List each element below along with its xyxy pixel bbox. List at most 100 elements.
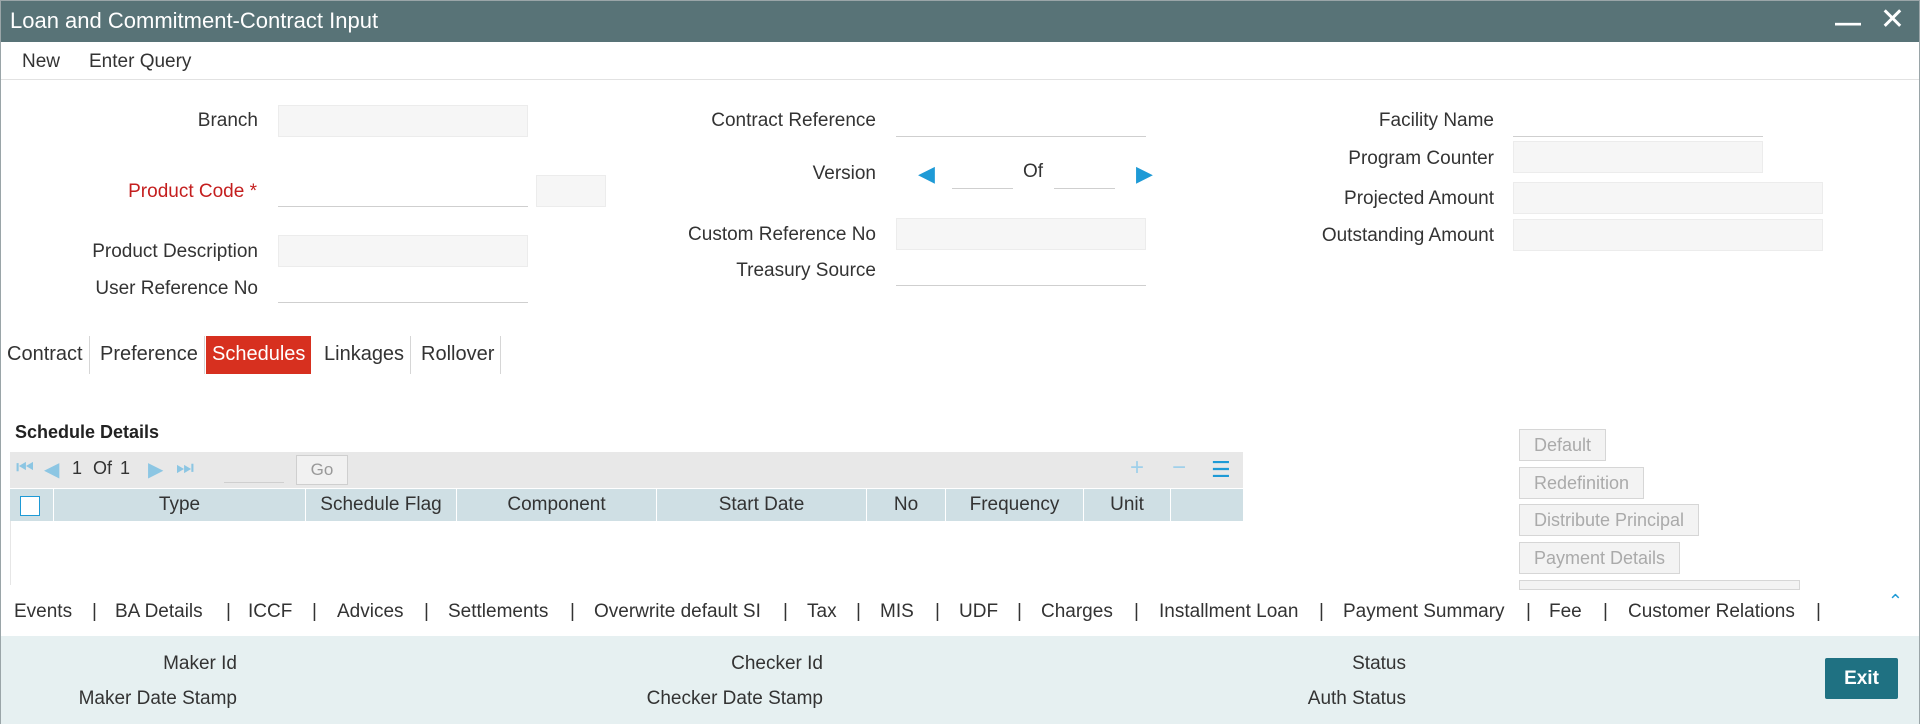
tab-schedules[interactable]: Schedules — [206, 336, 312, 374]
outstanding-amount-field[interactable] — [1513, 219, 1823, 251]
treasury-source-field[interactable] — [896, 254, 1146, 286]
contract-reference-field[interactable] — [896, 105, 1146, 137]
contract-reference-label: Contract Reference — [711, 110, 876, 131]
link-settlements[interactable]: Settlements — [448, 601, 548, 623]
separator: | — [1319, 601, 1324, 622]
link-overwrite-default-si[interactable]: Overwrite default SI — [594, 601, 761, 623]
column-unit[interactable]: Unit — [1084, 489, 1171, 521]
separator: | — [424, 601, 429, 622]
window-title: Loan and Commitment-Contract Input — [10, 8, 379, 33]
default-button[interactable]: Default — [1519, 429, 1607, 461]
schedule-grid-body — [10, 521, 1243, 585]
close-icon[interactable]: ✕ — [1880, 5, 1905, 35]
enter-query-menu-item[interactable]: Enter Query — [89, 51, 191, 73]
partially-hidden-button[interactable] — [1519, 580, 1800, 590]
separator: | — [1134, 601, 1139, 622]
link-fee[interactable]: Fee — [1549, 601, 1582, 623]
link-iccf[interactable]: ICCF — [248, 601, 292, 623]
separator: | — [1017, 601, 1022, 622]
last-page-icon[interactable]: ⏭ — [176, 457, 194, 480]
checker-id-label: Checker Id — [731, 653, 823, 674]
program-counter-field[interactable] — [1513, 141, 1763, 173]
maker-id-label: Maker Id — [163, 653, 237, 674]
go-button[interactable]: Go — [296, 455, 348, 485]
tab-preference[interactable]: Preference — [94, 336, 205, 374]
separator: | — [226, 601, 231, 622]
first-page-icon[interactable]: ⏮ — [16, 457, 34, 480]
custom-reference-label: Custom Reference No — [688, 224, 876, 245]
outstanding-amount-label: Outstanding Amount — [1321, 225, 1494, 246]
column-no[interactable]: No — [867, 489, 946, 521]
version-total-field[interactable] — [1054, 157, 1115, 189]
schedule-grid-header: Type Schedule Flag Component Start Date … — [10, 489, 1243, 521]
link-ba-details[interactable]: BA Details — [115, 601, 203, 623]
tab-linkages[interactable]: Linkages — [318, 336, 412, 374]
distribute-principal-button[interactable]: Distribute Principal — [1519, 504, 1700, 536]
exit-button[interactable]: Exit — [1825, 658, 1898, 699]
separator: | — [1816, 601, 1821, 622]
program-counter-label: Program Counter — [1348, 148, 1494, 169]
link-advices[interactable]: Advices — [337, 601, 404, 623]
facility-name-label: Facility Name — [1378, 110, 1494, 131]
projected-amount-field[interactable] — [1513, 182, 1823, 214]
total-pages: 1 — [120, 458, 131, 478]
separator: | — [856, 601, 861, 622]
next-page-icon[interactable]: ▶ — [148, 457, 163, 482]
separator: | — [570, 601, 575, 622]
auth-status-label: Auth Status — [1307, 688, 1406, 709]
column-schedule-flag[interactable]: Schedule Flag — [306, 489, 457, 521]
column-start-date[interactable]: Start Date — [657, 489, 867, 521]
new-menu-item[interactable]: New — [22, 51, 60, 73]
next-version-icon[interactable]: ▶ — [1136, 161, 1153, 187]
page-of: Of — [93, 458, 113, 478]
link-tax[interactable]: Tax — [807, 601, 837, 623]
user-reference-field[interactable] — [278, 271, 528, 303]
separator: | — [312, 601, 317, 622]
user-reference-label: User Reference No — [95, 278, 258, 299]
scroll-up-icon[interactable]: ⌃ — [1888, 591, 1903, 612]
column-type[interactable]: Type — [54, 489, 306, 521]
payment-details-button[interactable]: Payment Details — [1519, 542, 1681, 574]
maker-date-stamp-label: Maker Date Stamp — [78, 688, 237, 709]
window: Loan and Commitment-Contract Input — ✕ N… — [0, 0, 1920, 724]
product-code-field[interactable] — [278, 175, 528, 207]
menu-bar: New Enter Query — [1, 42, 1919, 80]
branch-field[interactable] — [278, 105, 528, 137]
delete-row-icon[interactable]: − — [1172, 454, 1186, 482]
link-mis[interactable]: MIS — [880, 601, 914, 623]
previous-page-icon[interactable]: ◀ — [44, 457, 59, 482]
current-page: 1 — [72, 458, 83, 478]
facility-name-field[interactable] — [1513, 105, 1763, 137]
tab-rollover[interactable]: Rollover — [415, 336, 502, 374]
redefinition-button[interactable]: Redefinition — [1519, 467, 1645, 499]
custom-reference-field[interactable] — [896, 218, 1146, 250]
minimize-icon[interactable]: — — [1835, 7, 1861, 38]
previous-version-icon[interactable]: ◀ — [918, 161, 935, 187]
projected-amount-label: Projected Amount — [1344, 188, 1494, 209]
tab-contract[interactable]: Contract — [1, 336, 90, 374]
link-payment-summary[interactable]: Payment Summary — [1343, 601, 1505, 623]
separator: | — [92, 601, 97, 622]
list-view-icon[interactable]: ☰ — [1211, 457, 1231, 483]
product-description-field[interactable] — [278, 235, 528, 267]
link-charges[interactable]: Charges — [1041, 601, 1113, 623]
version-of-label: Of — [1023, 161, 1044, 182]
link-installment-loan[interactable]: Installment Loan — [1159, 601, 1298, 623]
add-row-icon[interactable]: + — [1130, 454, 1144, 482]
column-frequency[interactable]: Frequency — [946, 489, 1084, 521]
column-component[interactable]: Component — [457, 489, 657, 521]
link-customer-relations[interactable]: Customer Relations — [1628, 601, 1795, 623]
checkbox-column — [10, 489, 54, 521]
separator: | — [783, 601, 788, 622]
product-code-lookup[interactable] — [536, 175, 606, 207]
link-udf[interactable]: UDF — [959, 601, 998, 623]
version-current-field[interactable] — [952, 157, 1013, 189]
bottom-links-bar: Events | BA Details | ICCF | Advices | S… — [1, 590, 1919, 636]
title-bar: Loan and Commitment-Contract Input — ✕ — [1, 1, 1919, 42]
status-label: Status — [1352, 653, 1406, 674]
checker-date-stamp-label: Checker Date Stamp — [646, 688, 823, 709]
page-number-input[interactable] — [224, 455, 284, 483]
schedule-grid-toolbar: ⏮ ◀ 1 Of 1 ▶ ⏭ Go + − ☰ — [10, 452, 1243, 488]
link-events[interactable]: Events — [14, 601, 72, 623]
branch-label: Branch — [197, 110, 258, 131]
